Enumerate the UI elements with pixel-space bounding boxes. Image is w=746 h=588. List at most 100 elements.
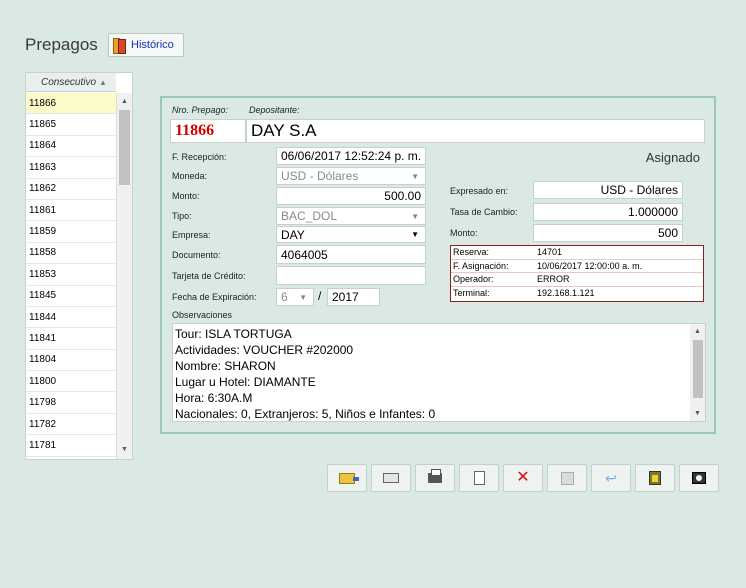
list-rows: 11866 11865 11864 11863 11862 11861 11859 11858… xyxy=(26,93,117,457)
book-icon xyxy=(113,38,126,54)
list-item[interactable]: 11798 xyxy=(26,392,117,414)
export-button[interactable] xyxy=(635,464,675,492)
monto-expresado-field[interactable]: 500 xyxy=(533,224,683,242)
depositante-field[interactable]: DAY S.A xyxy=(246,119,705,143)
exp-year-field[interactable]: 2017 xyxy=(327,288,380,306)
expresado-label: Expresado en: xyxy=(450,186,509,196)
nro-prepago-field[interactable]: 11866 xyxy=(170,119,246,143)
list-item[interactable]: 11866 xyxy=(26,93,117,115)
new-button[interactable] xyxy=(459,464,499,492)
keyboard-icon xyxy=(383,473,399,483)
list-item[interactable]: 11859 xyxy=(26,221,117,243)
tasa-field[interactable]: 1.000000 xyxy=(533,203,683,221)
consecutivo-list[interactable]: Consecutivo ▲ 11866 11865 11864 11863 11862 1… xyxy=(25,72,133,460)
tarjeta-label: Tarjeta de Crédito: xyxy=(172,271,246,281)
scroll-thumb[interactable] xyxy=(119,110,130,185)
info-row-reserva: Reserva: 14701 xyxy=(451,246,703,260)
observaciones-text: Tour: ISLA TORTUGA Actividades: VOUCHER #… xyxy=(175,326,435,422)
save-icon xyxy=(560,471,574,485)
scroll-up-icon[interactable]: ▲ xyxy=(690,325,705,338)
dropdown-arrow-icon: ▼ xyxy=(299,292,307,302)
action-toolbar: ✕ ↩ xyxy=(327,464,719,492)
keyboard-button[interactable] xyxy=(371,464,411,492)
save-button[interactable] xyxy=(547,464,587,492)
list-item[interactable]: 11864 xyxy=(26,136,117,158)
open-button[interactable] xyxy=(327,464,367,492)
list-item[interactable]: 11863 xyxy=(26,157,117,179)
settings-button[interactable] xyxy=(679,464,719,492)
documento-label: Documento: xyxy=(172,250,221,260)
empresa-label: Empresa: xyxy=(172,230,211,240)
nro-prepago-label: Nro. Prepago: xyxy=(172,105,229,115)
open-folder-icon xyxy=(339,472,359,484)
dropdown-arrow-icon: ▼ xyxy=(411,230,419,239)
list-item[interactable]: 11800 xyxy=(26,371,117,393)
dropdown-arrow-icon: ▼ xyxy=(411,211,419,221)
info-row-operador: Operador: ERROR xyxy=(451,273,703,287)
observaciones-line: Hora: 6:30A.M xyxy=(175,391,253,405)
status-label: Asignado xyxy=(645,150,700,165)
list-item[interactable]: 11853 xyxy=(26,264,117,286)
expresado-field[interactable]: USD - Dólares xyxy=(533,181,683,199)
depositante-label: Depositante: xyxy=(249,105,300,115)
undo-button[interactable]: ↩ xyxy=(591,464,631,492)
asignacion-info-box: Reserva: 14701 F. Asignación: 10/06/2017 1… xyxy=(450,245,704,302)
expiracion-label: Fecha de Expiración: xyxy=(172,292,257,302)
print-icon xyxy=(428,469,442,483)
scroll-up-icon[interactable]: ▲ xyxy=(117,95,132,109)
historico-label: Histórico xyxy=(131,39,174,51)
monto-field[interactable]: 500.00 xyxy=(276,187,426,205)
tasa-label: Tasa de Cambio: xyxy=(450,207,518,217)
list-column-header[interactable]: Consecutivo ▲ xyxy=(26,73,116,92)
info-row-terminal: Terminal: 192.168.1.121 xyxy=(451,287,703,301)
moneda-select[interactable]: USD - Dólares ▼ xyxy=(276,167,426,185)
exp-month-select[interactable]: 6 ▼ xyxy=(276,288,314,306)
dropdown-arrow-icon: ▼ xyxy=(411,171,419,181)
list-item[interactable]: 11781 xyxy=(26,435,117,457)
observaciones-textarea[interactable]: Tour: ISLA TORTUGA Actividades: VOUCHER #… xyxy=(172,323,706,422)
export-icon xyxy=(649,471,661,485)
observaciones-line: Nombre: SHARON xyxy=(175,359,276,373)
list-scrollbar[interactable]: ▲ ▼ xyxy=(116,93,132,459)
prepago-form: Nro. Prepago: Depositante: 11866 DAY S.A… xyxy=(160,96,716,434)
reserva-value: 14701 xyxy=(537,247,563,258)
list-item[interactable]: 11861 xyxy=(26,200,117,222)
new-document-icon xyxy=(473,471,485,485)
info-row-asignacion: F. Asignación: 10/06/2017 12:00:00 a. m. xyxy=(451,260,703,273)
date-separator: / xyxy=(318,289,322,303)
scroll-thumb[interactable] xyxy=(693,340,703,398)
recepcion-field[interactable]: 06/06/2017 12:52:24 p. m. xyxy=(276,147,426,165)
list-item[interactable]: 11865 xyxy=(26,114,117,136)
recepcion-label: F. Recepción: xyxy=(172,152,227,162)
terminal-value: 192.168.1.121 xyxy=(537,288,595,299)
print-button[interactable] xyxy=(415,464,455,492)
observaciones-scrollbar[interactable]: ▲ ▼ xyxy=(690,324,705,421)
list-item[interactable]: 11782 xyxy=(26,414,117,436)
list-item[interactable]: 11841 xyxy=(26,328,117,350)
asignacion-value: 10/06/2017 12:00:00 a. m. xyxy=(537,260,643,271)
operador-value: ERROR xyxy=(537,274,570,285)
list-item[interactable]: 11845 xyxy=(26,286,117,307)
undo-icon: ↩ xyxy=(605,470,617,486)
settings-icon xyxy=(692,472,706,484)
list-item[interactable]: 11804 xyxy=(26,350,117,372)
tarjeta-field[interactable] xyxy=(276,266,426,285)
documento-field[interactable]: 4064005 xyxy=(276,245,426,264)
scroll-down-icon[interactable]: ▼ xyxy=(117,443,132,457)
historico-button[interactable]: Histórico xyxy=(108,33,184,57)
scroll-down-icon[interactable]: ▼ xyxy=(690,407,705,420)
observaciones-line: Tour: ISLA TORTUGA xyxy=(175,327,292,341)
moneda-label: Moneda: xyxy=(172,171,208,181)
page-title: Prepagos xyxy=(25,35,98,54)
tipo-select[interactable]: BAC_DOL ▼ xyxy=(276,207,426,225)
list-item[interactable]: 11862 xyxy=(26,179,117,200)
list-item[interactable]: 11844 xyxy=(26,307,117,329)
monto-label: Monto: xyxy=(172,191,200,201)
delete-button[interactable]: ✕ xyxy=(503,464,543,492)
tipo-label: Tipo: xyxy=(172,211,192,221)
empresa-select[interactable]: DAY ▼ xyxy=(276,226,426,243)
observaciones-line: Actividades: VOUCHER #202000 xyxy=(175,343,354,357)
delete-icon: ✕ xyxy=(516,469,530,486)
monto2-label: Monto: xyxy=(450,228,478,238)
list-item[interactable]: 11858 xyxy=(26,243,117,265)
